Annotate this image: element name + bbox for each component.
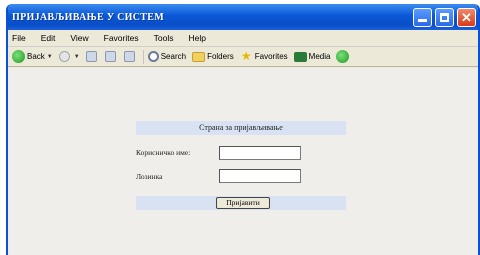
toolbar: Back ▼ ▼ Search Folders ★ Favorites Medi…: [8, 47, 478, 67]
back-label: Back: [27, 52, 45, 61]
password-label: Лозинка: [136, 172, 163, 181]
menu-help[interactable]: Help: [188, 33, 205, 43]
history-button[interactable]: [336, 50, 351, 63]
username-input[interactable]: [219, 146, 301, 160]
media-icon: [293, 51, 307, 62]
home-icon: [123, 51, 135, 62]
back-arrow-icon: [12, 50, 25, 63]
home-button[interactable]: [123, 51, 137, 62]
refresh-button[interactable]: [104, 51, 118, 62]
chevron-down-icon[interactable]: ▼: [47, 54, 53, 60]
toolbar-divider: [142, 49, 144, 64]
menu-file[interactable]: File: [12, 33, 26, 43]
refresh-icon: [104, 51, 116, 62]
folders-label: Folders: [207, 52, 234, 61]
page-content: Страна за пријављивање Корисничко име: Л…: [8, 68, 478, 255]
favorites-label: Favorites: [254, 52, 288, 61]
window-title: ПРИЈАВЉИВАЊЕ У СИСТЕМ: [12, 11, 164, 23]
minimize-button[interactable]: [413, 8, 432, 27]
menu-bar: File Edit View Favorites Tools Help: [8, 30, 478, 47]
stop-icon: [85, 51, 97, 62]
history-icon: [336, 50, 350, 63]
maximize-icon: [440, 13, 449, 22]
password-input[interactable]: [219, 169, 301, 183]
media-button[interactable]: Media: [293, 51, 331, 62]
search-button[interactable]: Search: [147, 51, 187, 62]
menu-tools[interactable]: Tools: [154, 33, 174, 43]
username-label: Корисничко име:: [136, 148, 191, 157]
menu-view[interactable]: View: [70, 33, 88, 43]
chevron-down-icon[interactable]: ▼: [74, 54, 80, 60]
close-button[interactable]: ✕: [457, 8, 476, 27]
star-icon: ★: [240, 49, 252, 63]
close-icon: ✕: [461, 10, 472, 25]
search-icon: [147, 51, 159, 62]
favorites-button[interactable]: ★ Favorites: [240, 50, 288, 63]
stop-button[interactable]: [85, 51, 99, 62]
forward-button[interactable]: ▼: [58, 51, 80, 62]
folder-icon: [192, 51, 206, 62]
window-controls: ✕: [413, 8, 476, 27]
media-label: Media: [308, 52, 331, 61]
menu-edit[interactable]: Edit: [41, 33, 56, 43]
browser-window: ПРИЈАВЉИВАЊЕ У СИСТЕМ ✕ File Edit View F…: [6, 4, 480, 255]
maximize-button[interactable]: [435, 8, 454, 27]
back-button[interactable]: Back ▼: [12, 50, 53, 63]
title-bar[interactable]: ПРИЈАВЉИВАЊЕ У СИСТЕМ ✕: [8, 4, 478, 30]
search-label: Search: [160, 52, 187, 61]
forward-arrow-icon: [58, 51, 70, 62]
minimize-icon: [418, 19, 427, 22]
folders-button[interactable]: Folders: [192, 51, 234, 62]
login-panel-header: Страна за пријављивање: [136, 121, 346, 135]
login-button[interactable]: Пријавити: [216, 197, 270, 209]
menu-favorites[interactable]: Favorites: [104, 33, 139, 43]
